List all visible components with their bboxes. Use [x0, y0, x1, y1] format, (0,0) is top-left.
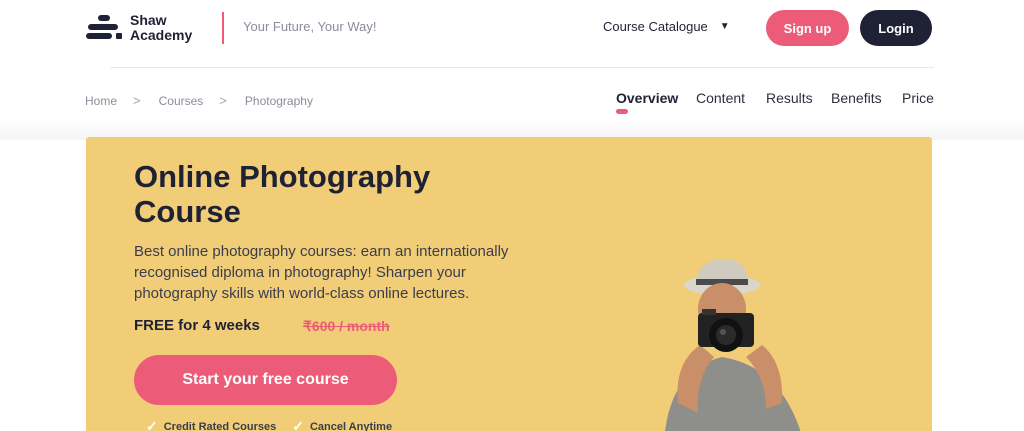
course-description: Best online photography courses: earn an… — [134, 243, 509, 302]
check-icon: ✓ — [292, 418, 304, 431]
breadcrumb: Home > Courses > Photography — [85, 93, 313, 108]
feature-label: Credit Rated Courses — [163, 420, 277, 431]
feature-item: ✓ Cancel Anytime — [292, 418, 392, 431]
caret-down-icon: ▼ — [719, 21, 730, 32]
feature-list: ✓ Credit Rated Courses ✓ Cancel Anytime — [146, 418, 408, 431]
logo-mark-icon — [86, 13, 124, 43]
tab-benefits[interactable]: Benefits — [831, 90, 882, 106]
tab-price[interactable]: Price — [902, 90, 934, 106]
active-tab-indicator — [616, 109, 628, 114]
chevron-right-icon: > — [219, 93, 227, 108]
free-trial-text: FREE for 4 weeks — [134, 317, 260, 334]
breadcrumb-courses[interactable]: Courses — [159, 94, 204, 108]
feature-label: Cancel Anytime — [309, 420, 393, 431]
logo-line-2: Academy — [130, 27, 193, 43]
course-catalogue-dropdown[interactable]: Course Catalogue ▼ — [603, 19, 730, 34]
shaw-academy-logo[interactable]: Shaw Academy — [86, 12, 216, 44]
signup-button[interactable]: Sign up — [766, 10, 849, 46]
course-catalogue-label: Course Catalogue — [603, 19, 708, 34]
page-title: Online Photography Course — [134, 159, 431, 229]
header-divider — [222, 12, 224, 44]
check-icon: ✓ — [146, 418, 158, 431]
tab-overview[interactable]: Overview — [616, 90, 678, 106]
logo-line-1: Shaw — [130, 12, 167, 28]
logo-text: Shaw Academy — [130, 13, 192, 43]
tab-results[interactable]: Results — [766, 90, 813, 106]
tagline: Your Future, Your Way! — [243, 19, 377, 34]
chevron-right-icon: > — [133, 93, 141, 108]
start-free-course-button[interactable]: Start your free course — [134, 355, 397, 405]
login-button[interactable]: Login — [860, 10, 932, 46]
original-price: ₹600 / month — [303, 318, 390, 334]
breadcrumb-photography: Photography — [244, 93, 313, 108]
feature-item: ✓ Credit Rated Courses — [146, 418, 276, 431]
hero-banner: Online Photography Course Best online ph… — [86, 137, 932, 431]
photographer-image — [665, 259, 801, 431]
breadcrumb-home[interactable]: Home — [85, 94, 117, 108]
site-header: Shaw Academy Your Future, Your Way! Cour… — [0, 0, 1024, 56]
tab-content[interactable]: Content — [696, 90, 745, 106]
